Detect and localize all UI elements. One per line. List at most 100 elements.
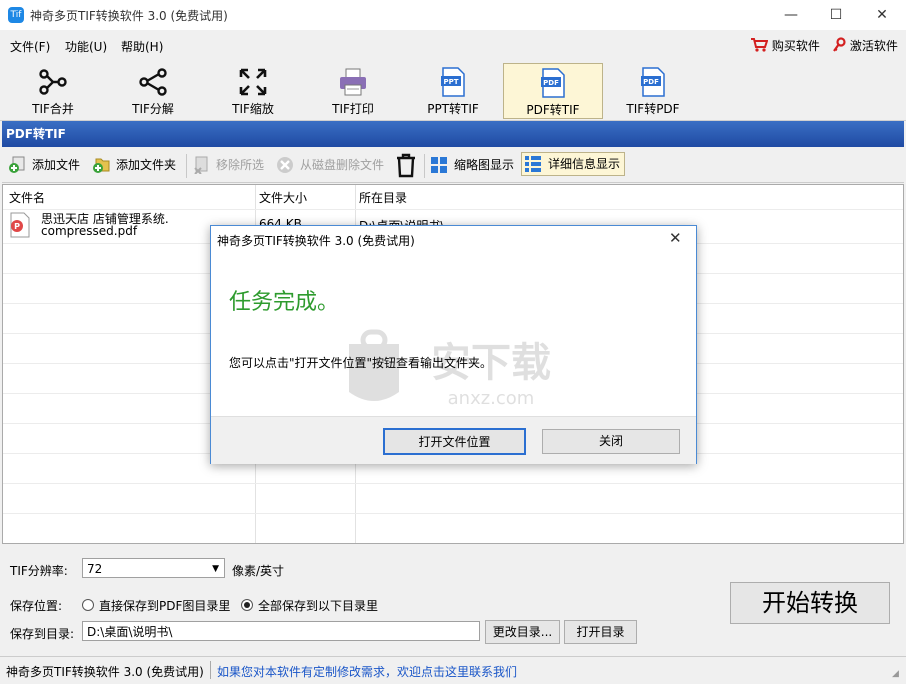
status-text: 神奇多页TIF转换软件 3.0 (免费试用) xyxy=(6,665,204,679)
resize-icon xyxy=(239,68,267,96)
tool-label: PPT转TIF xyxy=(427,102,479,116)
tool-tif-split[interactable]: TIF分解 xyxy=(104,63,202,117)
add-file-icon xyxy=(9,156,25,173)
tool-label: TIF转PDF xyxy=(626,102,680,116)
tool-tif-to-pdf[interactable]: PDF TIF转PDF xyxy=(604,63,702,117)
divider xyxy=(424,154,425,178)
remove-selected-label: 移除所选 xyxy=(216,158,265,172)
tool-label: TIF分解 xyxy=(132,102,174,116)
pdf-file-icon: PDF xyxy=(641,67,665,97)
trash-button[interactable] xyxy=(394,152,418,178)
file-name-line2: compressed.pdf xyxy=(41,224,138,238)
activate-software-link[interactable]: 激活软件 xyxy=(832,37,898,54)
remove-file-icon xyxy=(194,156,208,174)
save-dir-input[interactable]: D:\桌面\说明书\ xyxy=(82,621,480,641)
remove-selected-button[interactable]: 移除所选 xyxy=(190,154,264,176)
buy-software-link[interactable]: 购买软件 xyxy=(750,37,820,54)
trash-icon xyxy=(397,153,415,178)
detail-view-label: 详细信息显示 xyxy=(548,157,621,171)
add-file-label: 添加文件 xyxy=(32,158,81,172)
title-bar: Tif 神奇多页TIF转换软件 3.0 (免费试用) — ☐ ✕ xyxy=(0,0,906,30)
status-bar: 神奇多页TIF转换软件 3.0 (免费试用) 如果您对本软件有定制修改需求，欢迎… xyxy=(0,656,906,684)
app-icon: Tif xyxy=(8,7,24,23)
resolution-value: 72 xyxy=(87,562,103,576)
add-file-button[interactable]: 添加文件 xyxy=(6,154,80,176)
tool-label: TIF合并 xyxy=(32,102,74,116)
change-dir-button[interactable]: 更改目录... xyxy=(485,620,560,644)
menu-help[interactable]: 帮助(H) xyxy=(121,38,163,55)
add-folder-icon xyxy=(93,158,110,173)
radio-label: 全部保存到以下目录里 xyxy=(258,599,379,613)
column-header-dir[interactable]: 所在目录 xyxy=(359,189,407,206)
divider xyxy=(186,154,187,178)
dialog-body: 安下载 anxz.com 任务完成。 您可以点击"打开文件位置"按钮查看输出文件… xyxy=(211,252,696,416)
contact-link[interactable]: 如果您对本软件有定制修改需求，欢迎点击这里联系我们 xyxy=(217,663,517,680)
dialog-footer: 打开文件位置 关闭 xyxy=(211,416,696,464)
tool-tif-print[interactable]: TIF打印 xyxy=(304,63,402,117)
save-dir-label: 保存到目录: xyxy=(10,627,75,641)
resize-grip-icon[interactable]: ◢ xyxy=(892,669,899,679)
pdf-file-icon: PDF xyxy=(541,68,565,98)
maximize-button[interactable]: ☐ xyxy=(813,0,859,30)
close-window-button[interactable]: ✕ xyxy=(859,0,905,30)
ppt-file-icon: PPT xyxy=(441,67,465,97)
detail-list-icon xyxy=(525,156,541,172)
section-title: PDF转TIF xyxy=(2,121,904,147)
main-toolbar: TIF合并 TIF分解 TIF缩放 TIF打印 PPT PPT转TIF PDF … xyxy=(0,60,906,121)
row-divider xyxy=(3,483,903,484)
menu-file[interactable]: 文件(F) xyxy=(10,38,50,55)
open-file-location-button[interactable]: 打开文件位置 xyxy=(383,428,526,455)
tool-ppt-to-tif[interactable]: PPT PPT转TIF xyxy=(404,63,502,117)
tool-label: TIF缩放 xyxy=(232,102,274,116)
delete-from-disk-label: 从磁盘删除文件 xyxy=(300,158,385,172)
dialog-title-bar: 神奇多页TIF转换软件 3.0 (免费试用) ✕ xyxy=(211,226,696,252)
dialog-message: 您可以点击"打开文件位置"按钮查看输出文件夹。 xyxy=(229,356,493,370)
open-dir-button[interactable]: 打开目录 xyxy=(564,620,637,644)
thumbnail-view-button[interactable]: 缩略图显示 xyxy=(428,154,514,176)
radio-button[interactable] xyxy=(82,599,94,611)
row-divider xyxy=(3,513,903,514)
divider xyxy=(210,661,211,679)
key-icon xyxy=(833,37,846,52)
resolution-select[interactable]: 72 ▼ xyxy=(82,558,225,578)
column-header-name[interactable]: 文件名 xyxy=(9,189,45,206)
tool-tif-merge[interactable]: TIF合并 xyxy=(4,63,102,117)
tool-pdf-to-tif[interactable]: PDF PDF转TIF xyxy=(503,63,603,119)
tool-label: PDF转TIF xyxy=(526,103,580,117)
split-icon xyxy=(139,68,167,96)
cart-icon xyxy=(751,38,769,52)
thumbnail-grid-icon xyxy=(431,157,447,173)
resolution-unit: 像素/英寸 xyxy=(232,564,285,578)
dialog-close-button[interactable]: 关闭 xyxy=(542,429,680,454)
window-title: 神奇多页TIF转换软件 3.0 (免费试用) xyxy=(30,9,228,23)
dialog-close-icon[interactable]: ✕ xyxy=(669,229,682,247)
svg-text:PDF: PDF xyxy=(643,78,659,86)
add-folder-button[interactable]: 添加文件夹 xyxy=(90,154,176,176)
thumbnail-view-label: 缩略图显示 xyxy=(454,158,515,172)
resolution-label: TIF分辨率: xyxy=(10,564,68,578)
svg-text:P: P xyxy=(14,222,20,231)
column-header-size[interactable]: 文件大小 xyxy=(259,189,307,206)
save-location-label: 保存位置: xyxy=(10,599,63,613)
svg-text:PDF: PDF xyxy=(543,79,559,87)
detail-view-button[interactable]: 详细信息显示 xyxy=(521,152,626,176)
svg-text:PPT: PPT xyxy=(443,78,458,86)
pdf-file-icon: P xyxy=(10,212,30,238)
tool-tif-resize[interactable]: TIF缩放 xyxy=(204,63,302,117)
delete-from-disk-button[interactable]: 从磁盘删除文件 xyxy=(274,154,384,176)
delete-circle-icon xyxy=(277,157,293,173)
add-folder-label: 添加文件夹 xyxy=(116,158,177,172)
dialog-title: 神奇多页TIF转换软件 3.0 (免费试用) xyxy=(217,234,415,248)
menu-function[interactable]: 功能(U) xyxy=(65,38,107,55)
printer-icon xyxy=(340,68,366,96)
svg-text:anxz.com: anxz.com xyxy=(448,388,535,409)
minimize-button[interactable]: — xyxy=(768,0,814,30)
start-convert-button[interactable]: 开始转换 xyxy=(730,582,890,624)
action-bar: 添加文件 添加文件夹 移除所选 从磁盘删除文件 缩略图显示 详细信息显示 xyxy=(2,148,904,183)
buy-software-label: 购买软件 xyxy=(771,39,820,53)
dialog-heading: 任务完成。 xyxy=(229,290,340,315)
merge-icon xyxy=(39,69,67,95)
task-complete-dialog: 神奇多页TIF转换软件 3.0 (免费试用) ✕ 安下载 anxz.com 任务… xyxy=(210,225,697,464)
activate-software-label: 激活软件 xyxy=(849,39,898,53)
radio-button-selected[interactable] xyxy=(241,599,253,611)
